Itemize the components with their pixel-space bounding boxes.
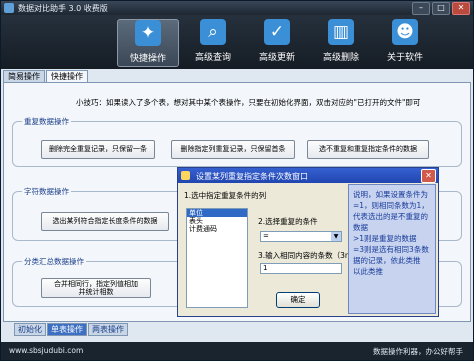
delete-column-duplicates-button[interactable]: 删除指定列重复记录，只保留首条 xyxy=(171,140,295,159)
condition-select[interactable]: = ▼ xyxy=(260,231,342,242)
window-title: 数据对比助手 3.0 收费版 xyxy=(18,4,108,13)
main-toolbar: ✦ 快捷操作 ⌕ 高级查询 ✓ 高级更新 ▥ 高级删除 ☻ 关于软件 xyxy=(1,15,473,69)
delete-exact-duplicates-button[interactable]: 删除完全重复记录，只保留一条 xyxy=(41,140,155,159)
description-line: >1则是重复的数据 xyxy=(353,234,417,243)
list-item[interactable]: 表头 xyxy=(187,217,247,225)
ok-button[interactable]: 确定 xyxy=(276,292,320,308)
people-icon: ☻ xyxy=(392,19,418,45)
search-icon: ⌕ xyxy=(200,19,226,45)
title-bar: 数据对比助手 3.0 收费版 – □ ✕ xyxy=(1,1,473,15)
group-title: 字符数据操作 xyxy=(22,186,71,197)
status-url: www.sbsjudubi.com xyxy=(9,346,84,355)
tip-text: 小技巧：如果读入了多个表，想对其中某个表操作，只要在初始化界面，双击对应的"已打… xyxy=(76,98,421,107)
mode-tabs: 简易操作 快捷操作 xyxy=(3,70,88,82)
group-title: 分类汇总数据操作 xyxy=(22,256,86,267)
toolbar-advanced-query-button[interactable]: ⌕ 高级查询 xyxy=(182,19,244,67)
select-duplicate-condition-button[interactable]: 选不重复和重复指定条件的数据 xyxy=(307,140,429,159)
toolbar-advanced-update-button[interactable]: ✓ 高级更新 xyxy=(246,19,308,67)
dialog-close-button[interactable]: ✕ xyxy=(421,169,436,183)
toolbar-label: 高级删除 xyxy=(322,53,359,63)
description-panel: 说明，如果设置条件为 =1，则相同条数为1，代表选出的是不重复的数据 >1则是重… xyxy=(348,184,436,314)
condition-value: = xyxy=(263,232,269,240)
select-length-condition-button[interactable]: 选出某列符合指定长度条件的数据 xyxy=(41,212,169,231)
step3-label: 3.输入相同内容的条数（3n） xyxy=(258,251,358,260)
description-line: 以此类推 xyxy=(353,267,383,276)
minimize-button[interactable]: – xyxy=(412,2,430,15)
bottom-tabs: 初始化 单表操作 两表操作 xyxy=(14,323,128,336)
checkmark-icon: ✓ xyxy=(264,19,290,45)
status-slogan: 数据操作利器，办公好帮手 xyxy=(373,347,463,356)
count-input[interactable]: 1 xyxy=(260,263,342,274)
step1-label: 1.选中指定重复条件的列 xyxy=(184,191,267,200)
toolbar-about-button[interactable]: ☻ 关于软件 xyxy=(374,19,436,67)
tab-initialize[interactable]: 初始化 xyxy=(14,323,46,336)
list-item[interactable]: 单位 xyxy=(187,209,247,217)
description-line: =3则是选有相同3条数据的记录，依此类推 xyxy=(353,245,429,265)
tab-single-table[interactable]: 单表操作 xyxy=(47,323,87,336)
group-title: 重复数据操作 xyxy=(22,116,71,127)
dialog-title-bar: 设置某列重复指定条件次数窗口 ✕ xyxy=(178,168,438,183)
trash-icon: ▥ xyxy=(328,19,354,45)
tab-simple-ops[interactable]: 简易操作 xyxy=(3,70,45,82)
toolbar-label: 快捷操作 xyxy=(129,54,166,64)
status-bar: www.sbsjudubi.com 数据操作利器，办公好帮手 xyxy=(1,342,473,360)
column-listbox[interactable]: 单位 表头 计费通码 xyxy=(186,208,248,308)
tab-two-tables[interactable]: 两表操作 xyxy=(88,323,128,336)
step2-label: 2.选择重复的条件 xyxy=(258,217,318,226)
dialog-title: 设置某列重复指定条件次数窗口 xyxy=(196,172,308,181)
duplicate-data-group: 重复数据操作 删除完全重复记录，只保留一条 删除指定列重复记录，只保留首条 选不… xyxy=(12,116,462,167)
app-window: 数据对比助手 3.0 收费版 – □ ✕ ✦ 快捷操作 ⌕ 高级查询 ✓ 高级更… xyxy=(0,0,474,361)
app-icon xyxy=(4,3,14,13)
dialog-app-icon xyxy=(181,171,190,180)
chevron-down-icon[interactable]: ▼ xyxy=(331,232,341,241)
description-line: 说明，如果设置条件为 =1，则相同条数为1，代表选出的是不重复的数据 xyxy=(353,190,429,232)
toolbar-quick-ops-button[interactable]: ✦ 快捷操作 xyxy=(117,19,179,67)
tab-quick-ops[interactable]: 快捷操作 xyxy=(46,70,88,82)
list-item[interactable]: 计费通码 xyxy=(187,225,247,233)
close-button[interactable]: ✕ xyxy=(452,2,470,15)
maximize-button[interactable]: □ xyxy=(432,2,450,15)
toolbar-label: 高级更新 xyxy=(258,53,295,63)
merge-rows-sum-button[interactable]: 合并相同行，指定列值相加 并统计相数 xyxy=(41,278,151,298)
toolbar-advanced-delete-button[interactable]: ▥ 高级删除 xyxy=(310,19,372,67)
merge-button-line2: 并统计相数 xyxy=(78,288,114,296)
duplicate-condition-dialog: 设置某列重复指定条件次数窗口 ✕ 1.选中指定重复条件的列 单位 表头 计费通码… xyxy=(177,167,439,317)
toolbar-label: 高级查询 xyxy=(194,53,231,63)
toolbar-label: 关于软件 xyxy=(386,53,423,63)
merge-button-line1: 合并相同行，指定列值相加 xyxy=(54,280,138,288)
lightning-icon: ✦ xyxy=(135,20,161,46)
